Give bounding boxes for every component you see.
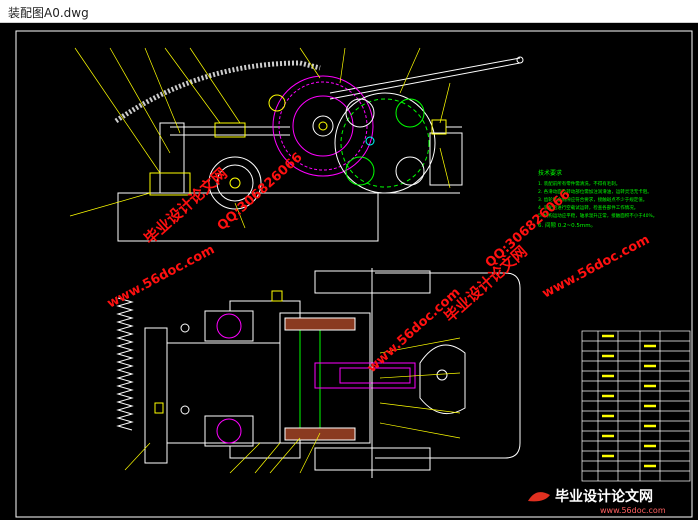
parts-table <box>581 330 691 482</box>
window-title: 装配图A0.dwg <box>8 6 89 20</box>
tech-notes-heading: 技术要求 <box>538 169 562 177</box>
logo-text: 毕业设计论文网 <box>555 488 653 505</box>
watermark-site-name-2: 毕业设计论文网 <box>441 242 531 326</box>
watermark-url-2: www.56doc.com <box>365 285 464 376</box>
watermark-qq-1: QQ:306826066 <box>215 150 306 234</box>
leader-lines-bottom <box>124 337 461 474</box>
title-bar: 装配图A0.dwg <box>0 0 698 23</box>
watermark-url-3: www.56doc.com <box>540 232 652 301</box>
site-logo: 毕业设计论文网 www.56doc.com <box>528 488 666 515</box>
tech-note-1: 1. 装配前所有零件需清洗，不得有毛刺。 <box>538 180 620 187</box>
watermark-url-1: www.56doc.com <box>105 242 217 311</box>
watermark-site-name-1: 毕业设计论文网 <box>141 164 231 248</box>
drawing-canvas[interactable]: 技术要求 1. 装配前所有零件需清洗，不得有毛刺。 2. 各滑动面及转动部位需加… <box>0 23 698 520</box>
watermark-qq-2: QQ:306826066 <box>483 187 574 271</box>
logo-url: www.56doc.com <box>600 506 666 515</box>
logo-mark-icon <box>528 492 550 502</box>
